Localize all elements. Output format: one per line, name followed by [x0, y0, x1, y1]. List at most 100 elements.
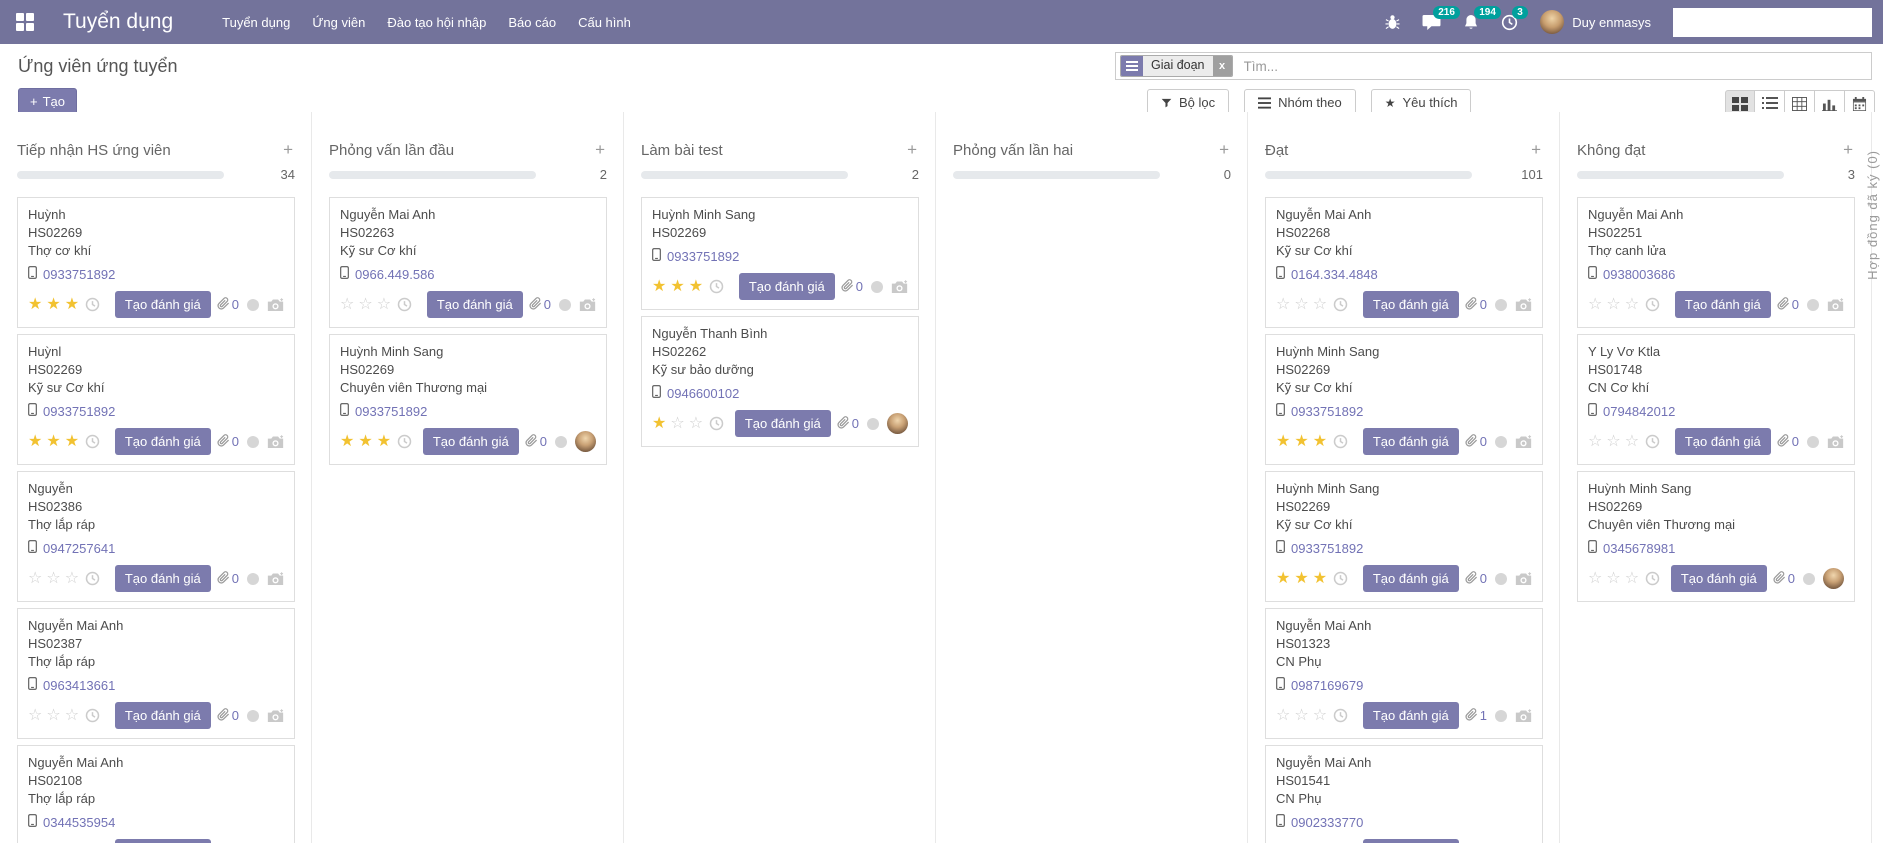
attachment-paperclip-icon[interactable]: 0 — [217, 571, 239, 587]
star-filled-icon[interactable]: ★ — [28, 297, 42, 313]
user-menu[interactable]: Duy enmasys — [1540, 10, 1651, 34]
add-record-plus-icon[interactable]: + — [1217, 140, 1231, 160]
attachment-paperclip-icon[interactable]: 1 — [1465, 708, 1487, 724]
star-empty-icon[interactable]: ☆ — [377, 297, 391, 313]
star-empty-icon[interactable]: ☆ — [340, 297, 354, 313]
kanban-card[interactable]: Huỳnh Minh SangHS02269Kỹ sư Cơ khí093375… — [1265, 334, 1543, 465]
star-filled-icon[interactable]: ★ — [46, 297, 60, 313]
assignee-avatar[interactable] — [575, 431, 596, 452]
activity-clock-icon[interactable] — [1333, 571, 1348, 586]
create-evaluation-button[interactable]: Tạo đánh giá — [1363, 428, 1459, 455]
create-evaluation-button[interactable]: Tạo đánh giá — [1363, 565, 1459, 592]
kanban-state-icon[interactable] — [555, 436, 567, 448]
star-empty-icon[interactable]: ☆ — [1625, 434, 1639, 450]
attachment-paperclip-icon[interactable]: 0 — [217, 297, 239, 313]
star-empty-icon[interactable]: ☆ — [1313, 297, 1327, 313]
star-empty-icon[interactable]: ☆ — [1276, 297, 1290, 313]
kanban-state-icon[interactable] — [871, 281, 883, 293]
activity-clock-icon[interactable] — [397, 297, 412, 312]
kanban-card[interactable]: Y Ly Vơ KtlaHS01748CN Cơ khí0794842012☆☆… — [1577, 334, 1855, 465]
activity-clock-icon[interactable] — [85, 708, 100, 723]
phone-link[interactable]: 0344535954 — [43, 815, 115, 830]
assignee-avatar[interactable] — [1823, 568, 1844, 589]
search-input[interactable] — [1242, 58, 1871, 75]
menu-configuration[interactable]: Cấu hình — [567, 9, 642, 36]
star-empty-icon[interactable]: ☆ — [28, 571, 42, 587]
create-evaluation-button[interactable]: Tạo đánh giá — [1671, 565, 1767, 592]
kanban-state-icon[interactable] — [1495, 573, 1507, 585]
progress-bar[interactable] — [641, 171, 848, 179]
messages-icon[interactable]: 216 — [1422, 14, 1441, 31]
star-empty-icon[interactable]: ☆ — [1313, 708, 1327, 724]
kanban-card[interactable]: Nguyễn Mai AnhHS02251Thợ canh lửa0938003… — [1577, 197, 1855, 328]
star-filled-icon[interactable]: ★ — [652, 416, 666, 432]
activity-clock-icon[interactable] — [1333, 297, 1348, 312]
apps-menu-icon[interactable] — [16, 13, 35, 32]
set-cover-camera-icon[interactable] — [1827, 435, 1844, 449]
star-empty-icon[interactable]: ☆ — [1625, 297, 1639, 313]
activity-clock-icon[interactable] — [709, 279, 724, 294]
phone-link[interactable]: 0933751892 — [355, 404, 427, 419]
set-cover-camera-icon[interactable] — [1515, 435, 1532, 449]
attachment-paperclip-icon[interactable]: 0 — [1777, 434, 1799, 450]
kanban-card[interactable]: Nguyễn Mai AnhHS02387Thợ lắp ráp09634136… — [17, 608, 295, 739]
kanban-card[interactable]: Nguyễn Mai AnhHS02108Thợ lắp ráp03445359… — [17, 745, 295, 843]
phone-link[interactable]: 0946600102 — [667, 386, 739, 401]
create-button[interactable]: + Tạo — [18, 88, 77, 115]
kanban-state-icon[interactable] — [1495, 710, 1507, 722]
attachment-paperclip-icon[interactable]: 0 — [1465, 297, 1487, 313]
assignee-avatar[interactable] — [887, 413, 908, 434]
attachment-paperclip-icon[interactable]: 0 — [529, 297, 551, 313]
attachment-paperclip-icon[interactable]: 0 — [1777, 297, 1799, 313]
kanban-state-icon[interactable] — [247, 436, 259, 448]
star-filled-icon[interactable]: ★ — [689, 279, 703, 295]
activity-clock-icon[interactable] — [85, 434, 100, 449]
star-filled-icon[interactable]: ★ — [1276, 434, 1290, 450]
star-filled-icon[interactable]: ★ — [1313, 571, 1327, 587]
attachment-paperclip-icon[interactable]: 0 — [1465, 571, 1487, 587]
activity-clock-icon[interactable] — [1645, 434, 1660, 449]
kanban-state-icon[interactable] — [247, 710, 259, 722]
kanban-state-icon[interactable] — [867, 418, 879, 430]
create-evaluation-button[interactable]: Tạo đánh giá — [1363, 839, 1459, 843]
app-brand-title[interactable]: Tuyển dụng — [63, 10, 173, 34]
set-cover-camera-icon[interactable] — [891, 280, 908, 294]
activities-clock-icon[interactable]: 3 — [1501, 14, 1518, 31]
star-filled-icon[interactable]: ★ — [1294, 434, 1308, 450]
set-cover-camera-icon[interactable] — [579, 298, 596, 312]
activity-clock-icon[interactable] — [397, 434, 412, 449]
kanban-state-icon[interactable] — [1803, 573, 1815, 585]
create-evaluation-button[interactable]: Tạo đánh giá — [115, 839, 211, 843]
star-empty-icon[interactable]: ☆ — [46, 708, 60, 724]
create-evaluation-button[interactable]: Tạo đánh giá — [115, 428, 211, 455]
facet-close-icon[interactable]: x — [1213, 56, 1232, 76]
star-empty-icon[interactable]: ☆ — [46, 571, 60, 587]
attachment-paperclip-icon[interactable]: 0 — [217, 708, 239, 724]
star-filled-icon[interactable]: ★ — [46, 434, 60, 450]
star-empty-icon[interactable]: ☆ — [1276, 708, 1290, 724]
star-filled-icon[interactable]: ★ — [65, 297, 79, 313]
phone-link[interactable]: 0987169679 — [1291, 678, 1363, 693]
kanban-state-icon[interactable] — [247, 299, 259, 311]
kanban-state-icon[interactable] — [1495, 299, 1507, 311]
add-record-plus-icon[interactable]: + — [905, 140, 919, 160]
kanban-card[interactable]: Huỳnh Minh SangHS02269Kỹ sư Cơ khí093375… — [1265, 471, 1543, 602]
create-evaluation-button[interactable]: Tạo đánh giá — [735, 410, 831, 437]
kanban-card[interactable]: Huỳnh Minh SangHS022690933751892★★★Tạo đ… — [641, 197, 919, 310]
star-empty-icon[interactable]: ☆ — [1588, 571, 1602, 587]
kanban-card[interactable]: HuỳnhHS02269Thợ cơ khí0933751892★★★Tạo đ… — [17, 197, 295, 328]
add-record-plus-icon[interactable]: + — [593, 140, 607, 160]
progress-bar[interactable] — [1577, 171, 1784, 179]
progress-bar[interactable] — [953, 171, 1160, 179]
star-empty-icon[interactable]: ☆ — [1588, 297, 1602, 313]
star-empty-icon[interactable]: ☆ — [1294, 297, 1308, 313]
star-filled-icon[interactable]: ★ — [340, 434, 354, 450]
set-cover-camera-icon[interactable] — [1827, 298, 1844, 312]
star-empty-icon[interactable]: ☆ — [1606, 571, 1620, 587]
attachment-paperclip-icon[interactable]: 0 — [217, 434, 239, 450]
phone-link[interactable]: 0933751892 — [1291, 541, 1363, 556]
star-filled-icon[interactable]: ★ — [1294, 571, 1308, 587]
attachment-paperclip-icon[interactable]: 0 — [1465, 434, 1487, 450]
activity-clock-icon[interactable] — [1645, 571, 1660, 586]
kanban-state-icon[interactable] — [247, 573, 259, 585]
